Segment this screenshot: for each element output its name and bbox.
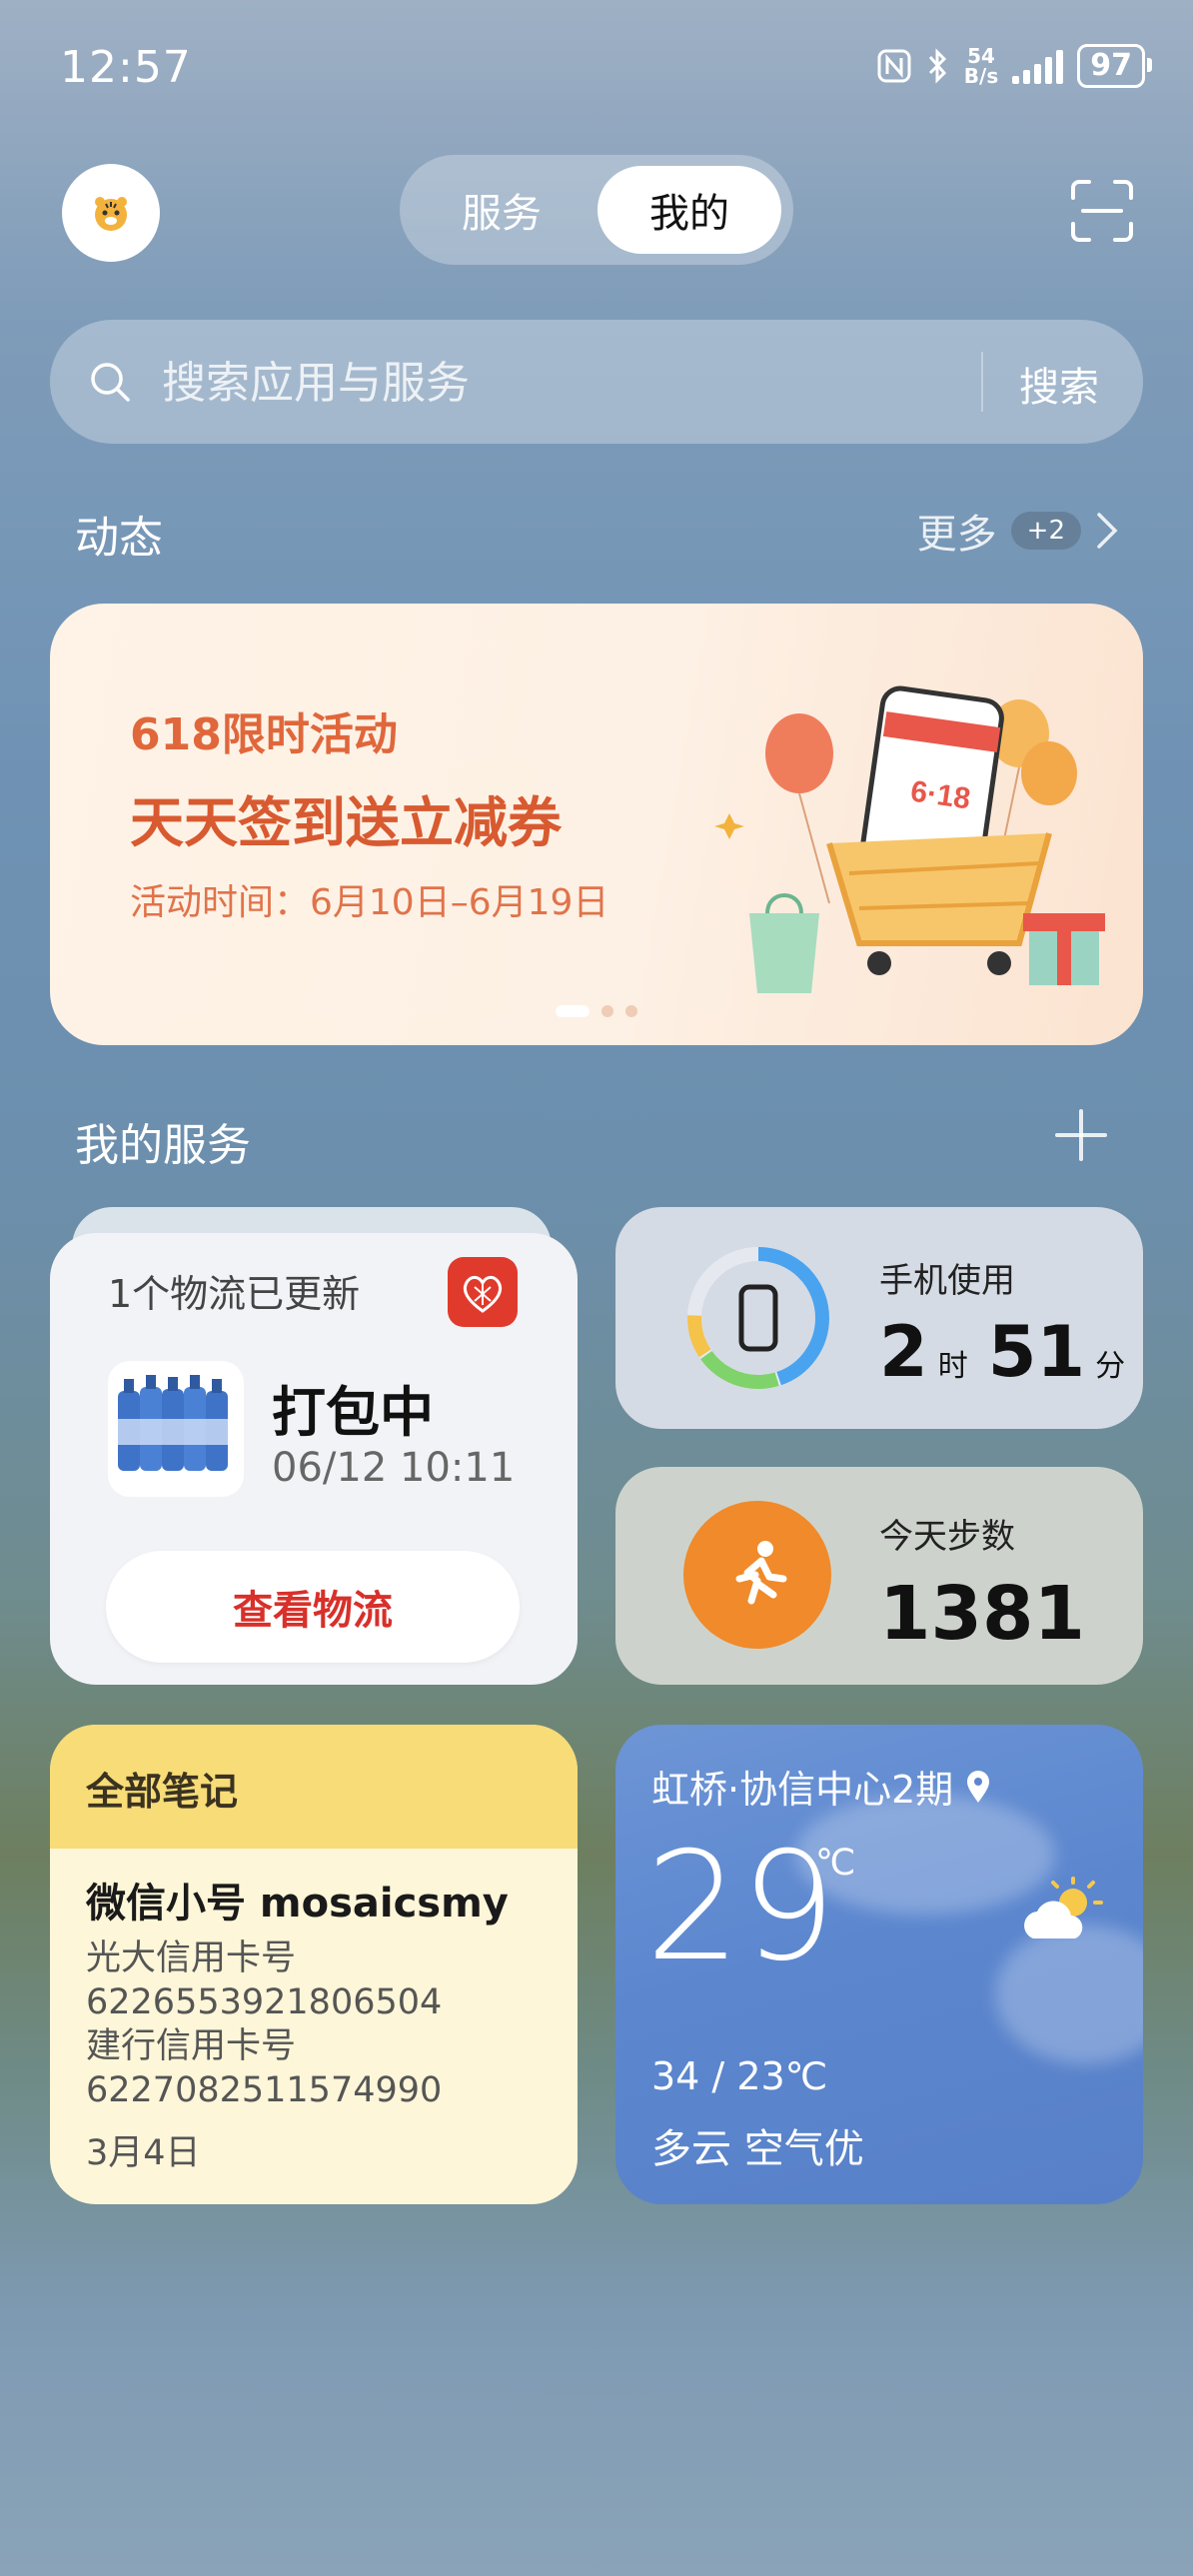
avatar[interactable]: [62, 164, 160, 262]
phone-usage-label: 手机使用: [879, 1261, 1015, 1301]
pagination-dot: [601, 1005, 613, 1017]
partly-cloudy-icon: [1024, 1877, 1103, 1938]
weather-temperature: 29: [645, 1821, 836, 1994]
steps-card[interactable]: 今天步数 1381: [615, 1467, 1143, 1685]
running-icon: [683, 1501, 831, 1649]
logistics-time: 06/12 10:11: [272, 1445, 516, 1491]
status-time: 12:57: [60, 42, 192, 93]
location-pin-icon: [967, 1770, 990, 1803]
banner-headline: 天天签到送立减券: [130, 791, 562, 854]
more-link[interactable]: 更多 +2: [917, 502, 1119, 560]
chevron-right-icon: [1097, 513, 1118, 549]
search-icon: [91, 363, 130, 402]
signal-icon: [1012, 48, 1064, 84]
banner-title: 618限时活动: [130, 709, 398, 760]
search-input[interactable]: [160, 350, 963, 416]
add-icon[interactable]: [1053, 1107, 1109, 1163]
location-name: 虹桥·协信中心2期: [651, 1768, 954, 1812]
phone-usage-card[interactable]: 手机使用 2 时 51 分: [615, 1207, 1143, 1429]
temperature-unit: ℃: [815, 1843, 856, 1884]
weather-condition: 多云 空气优: [651, 2126, 864, 2172]
banner-pagination: [50, 1005, 1143, 1017]
network-speed: 54 B/s: [963, 44, 999, 88]
tab-service[interactable]: 服务: [410, 166, 594, 254]
steps-value: 1381: [879, 1571, 1085, 1657]
services-section-title: 我的服务: [75, 1120, 251, 1171]
usage-hours-unit: 时: [937, 1349, 968, 1384]
note-title: 微信小号 mosaicsmy: [86, 1881, 509, 1927]
search-divider: [981, 352, 983, 412]
status-icons: 54 B/s 97: [876, 44, 1152, 88]
search-button[interactable]: 搜索: [1019, 355, 1099, 413]
note-date: 3月4日: [86, 2133, 201, 2173]
logistics-header: 1个物流已更新: [108, 1272, 361, 1316]
usage-ring-icon: [687, 1247, 829, 1389]
battery-icon: 97: [1077, 44, 1152, 88]
notes-card[interactable]: 全部笔记 微信小号 mosaicsmy 光大信用卡号 6226553921806…: [50, 1725, 578, 2204]
note-line: 6226553921806504: [86, 1982, 443, 2022]
weather-location: 虹桥·协信中心2期: [651, 1759, 991, 1814]
usage-hours: 2: [879, 1311, 928, 1393]
banner-date: 活动时间：6月10日–6月19日: [130, 882, 609, 923]
notes-title: 全部笔记: [86, 1770, 239, 1814]
pinduoduo-app-icon: [448, 1257, 518, 1327]
scan-icon[interactable]: [1069, 178, 1135, 244]
product-thumbnail: [108, 1361, 244, 1497]
tiger-avatar-icon: [95, 197, 127, 231]
note-line: 光大信用卡号: [86, 1938, 297, 1978]
usage-minutes-unit: 分: [1095, 1349, 1126, 1384]
pagination-dot-active: [556, 1005, 590, 1017]
usage-minutes: 51: [987, 1311, 1086, 1393]
logistics-status: 打包中: [272, 1381, 434, 1444]
note-line: 建行信用卡号: [86, 2026, 297, 2066]
bluetooth-icon: [928, 48, 946, 84]
promo-banner[interactable]: 618限时活动 天天签到送立减券 活动时间：6月10日–6月19日 6·18: [50, 604, 1143, 1045]
more-label: 更多: [916, 512, 997, 558]
shopping-cart-illustration: 6·18: [714, 685, 1105, 993]
tab-mine[interactable]: 我的: [597, 166, 781, 254]
logistics-card[interactable]: 1个物流已更新 打包中 06/12 10:11 查看物流: [50, 1233, 578, 1685]
note-line: 6227082511574990: [86, 2070, 443, 2110]
more-count-badge: +2: [1010, 512, 1081, 550]
tab-switcher: 服务 我的: [400, 155, 793, 265]
nfc-icon: [877, 49, 911, 83]
pagination-dot: [625, 1005, 637, 1017]
phone-usage-value: 2 时 51 分: [879, 1311, 1135, 1393]
temperature-range: 34 / 23℃: [651, 2054, 828, 2098]
steps-label: 今天步数: [879, 1517, 1015, 1557]
weather-card[interactable]: 虹桥·协信中心2期 29 ℃ 34 / 23℃ 多云 空气优: [615, 1725, 1143, 2204]
feed-section-title: 动态: [75, 513, 163, 564]
view-logistics-button[interactable]: 查看物流: [106, 1551, 520, 1663]
